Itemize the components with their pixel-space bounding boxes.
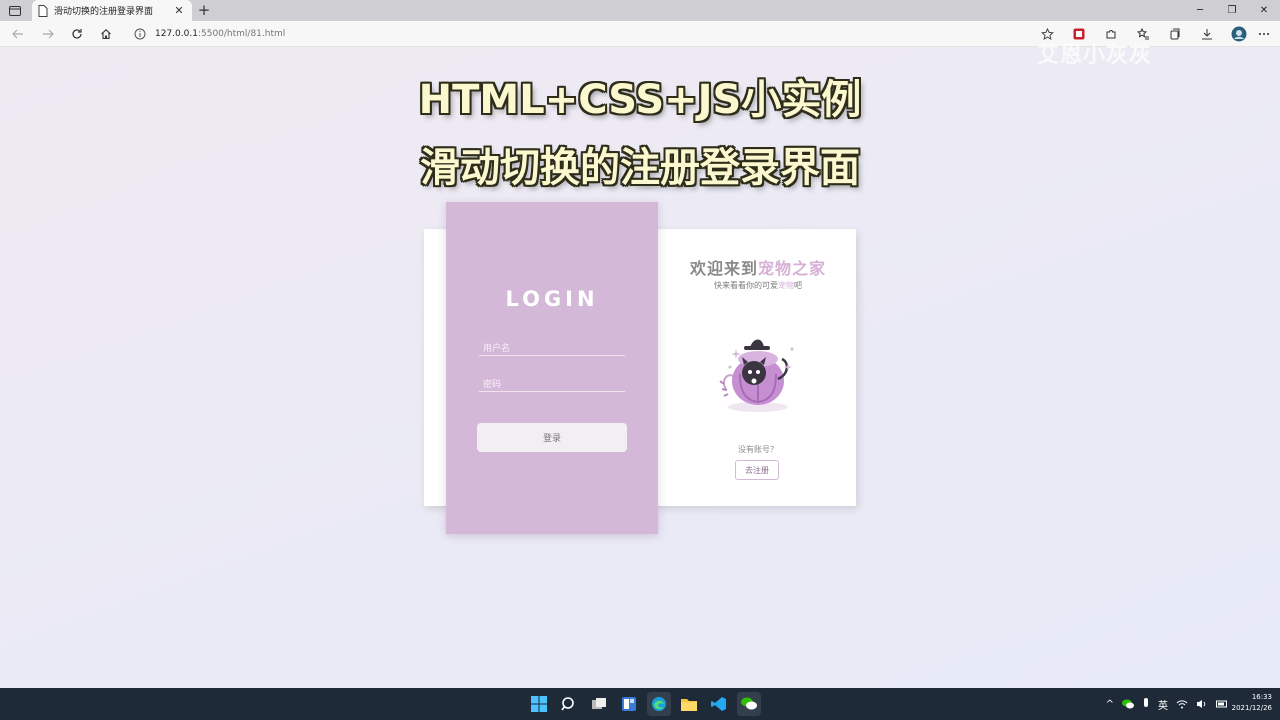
clock-date: 2021/12/26: [1231, 704, 1272, 712]
widgets-icon[interactable]: [617, 692, 641, 716]
tray-expand-icon[interactable]: ^: [1106, 699, 1114, 710]
profile-avatar-icon[interactable]: [1228, 25, 1250, 43]
tab-title: 滑动切换的注册登录界面: [54, 7, 154, 17]
subtitle-prefix: 快来看看你的可爱: [714, 281, 778, 290]
battery-icon[interactable]: [1216, 699, 1228, 709]
tray-pen-icon[interactable]: [1142, 698, 1150, 710]
subtitle-accent: 宠物: [778, 281, 794, 290]
welcome-subtitle: 快来看看你的可爱宠物吧: [660, 280, 856, 291]
subtitle-suffix: 吧: [794, 281, 802, 290]
url-path: :5500/html/81.html: [197, 29, 286, 39]
taskbar: ^ 英 16:33 2021/12/26: [0, 688, 1280, 720]
pet-illustration: [706, 319, 810, 419]
vscode-icon[interactable]: [707, 692, 731, 716]
info-icon[interactable]: [130, 25, 150, 43]
clock-time: 16:33: [1251, 693, 1272, 701]
wifi-icon[interactable]: [1176, 699, 1188, 709]
system-clock[interactable]: 16:33 2021/12/26: [1230, 692, 1272, 714]
url-field[interactable]: 127.0.0.1:5500/html/81.html: [155, 25, 285, 43]
headline-line-2: 滑动切换的注册登录界面: [420, 145, 860, 191]
taskbar-apps: [527, 692, 761, 716]
more-menu-icon[interactable]: [1254, 25, 1274, 43]
register-button[interactable]: 去注册: [735, 460, 779, 480]
wechat-icon[interactable]: [737, 692, 761, 716]
close-tab-icon[interactable]: ✕: [172, 4, 186, 17]
back-icon[interactable]: [8, 25, 28, 43]
close-window-icon[interactable]: ✕: [1248, 0, 1280, 21]
password-input[interactable]: [479, 374, 625, 394]
new-tab-icon[interactable]: +: [196, 1, 212, 19]
minimize-icon[interactable]: ─: [1184, 0, 1216, 21]
username-input[interactable]: [479, 338, 625, 358]
task-view-icon[interactable]: [587, 692, 611, 716]
welcome-title: 欢迎来到宠物之家: [660, 255, 856, 279]
file-explorer-icon[interactable]: [677, 692, 701, 716]
tray-wechat-icon[interactable]: [1122, 699, 1134, 709]
refresh-icon[interactable]: [67, 25, 87, 43]
download-icon[interactable]: [1196, 25, 1218, 43]
page-body: 艾恩小灰灰 HTML+CSS+JS小实例 滑动切换的注册登录界面 LOGIN 登…: [0, 43, 1280, 688]
forward-icon[interactable]: [38, 25, 58, 43]
url-host: 127.0.0.1: [155, 29, 198, 39]
system-tray: ^ 英: [1106, 688, 1228, 720]
tab-actions-icon[interactable]: [6, 3, 24, 18]
login-panel: LOGIN 登录: [446, 202, 658, 534]
login-button[interactable]: 登录: [477, 423, 627, 452]
volume-icon[interactable]: [1196, 699, 1208, 709]
welcome-title-accent: 宠物之家: [758, 259, 827, 278]
welcome-title-prefix: 欢迎来到: [689, 259, 758, 278]
watermark: 艾恩小灰灰: [1036, 43, 1152, 68]
password-field-wrapper: [479, 372, 625, 394]
input-method-indicator[interactable]: 英: [1158, 697, 1168, 712]
collections-icon[interactable]: [1164, 25, 1186, 43]
home-icon[interactable]: [96, 25, 116, 43]
browser-tab-bar: 滑动切换的注册登录界面 ✕ + ─ ❐ ✕: [0, 0, 1280, 21]
username-field-wrapper: [479, 336, 625, 358]
login-title: LOGIN: [505, 287, 599, 311]
page-icon: [38, 4, 48, 17]
headline-line-1: HTML+CSS+JS小实例: [418, 77, 862, 123]
edge-browser-icon[interactable]: [647, 692, 671, 716]
search-icon[interactable]: [557, 692, 581, 716]
no-account-text: 没有账号？: [738, 445, 778, 454]
window-controls: ─ ❐ ✕: [1184, 0, 1280, 21]
restore-icon[interactable]: ❐: [1216, 0, 1248, 21]
windows-start-icon[interactable]: [527, 692, 551, 716]
browser-tab[interactable]: 滑动切换的注册登录界面 ✕: [32, 0, 192, 21]
